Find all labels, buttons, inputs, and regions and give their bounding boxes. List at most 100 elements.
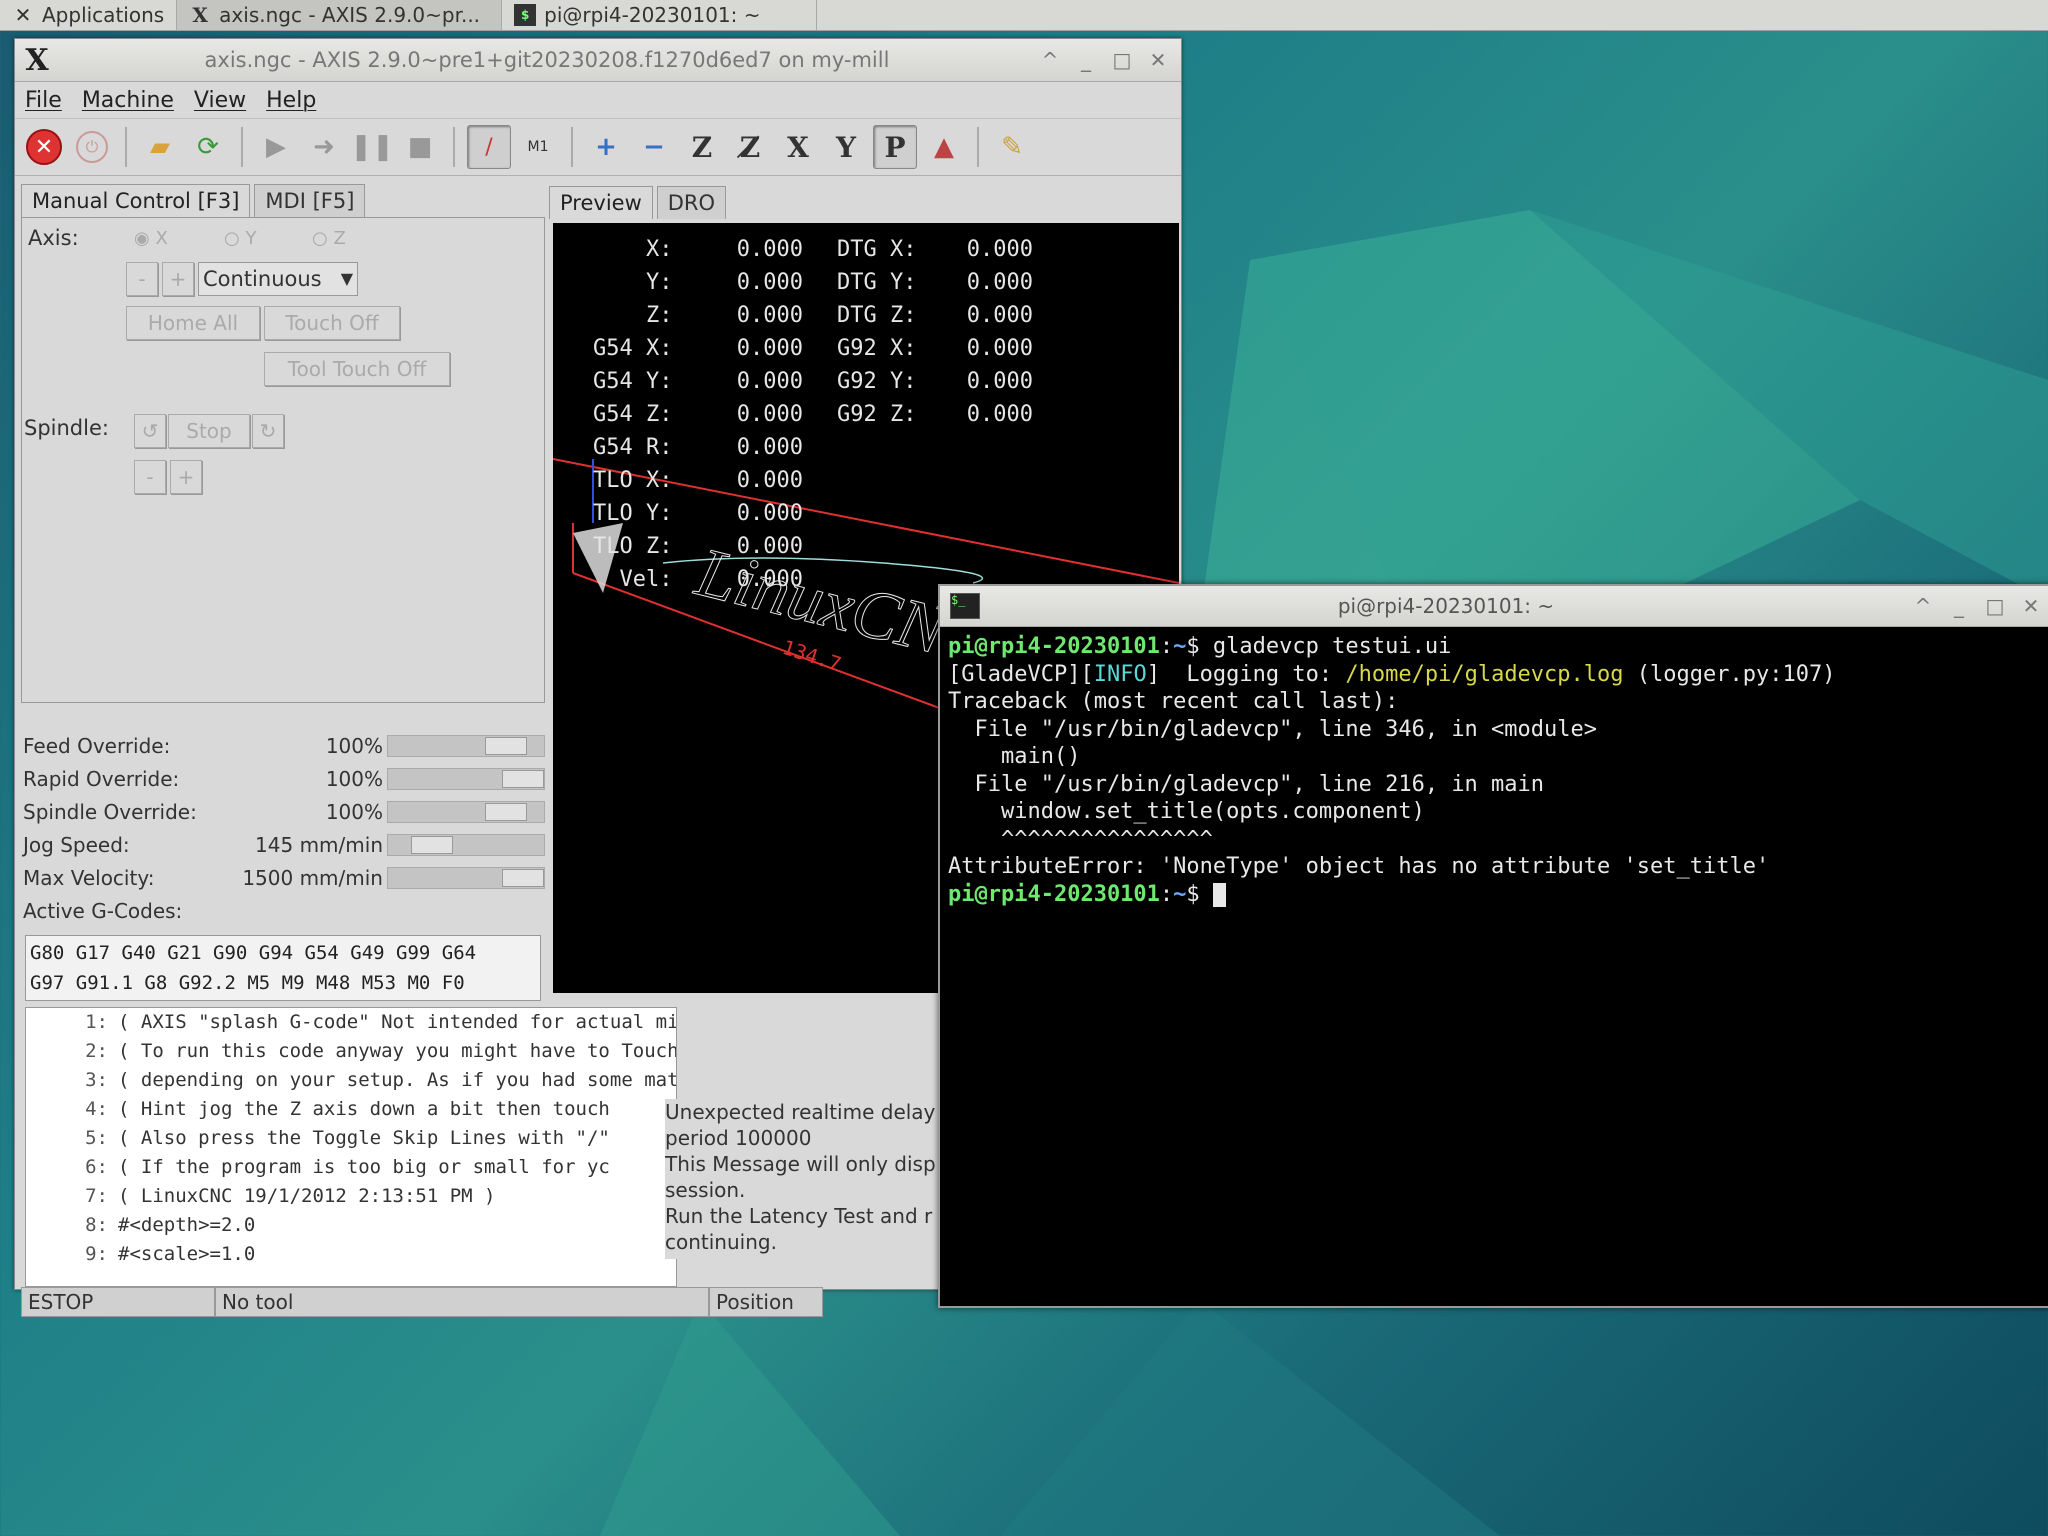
tab-mdi[interactable]: MDI [F5]	[254, 184, 366, 217]
tab-preview[interactable]: Preview	[549, 186, 653, 219]
spindle-stop-button[interactable]: Stop	[168, 414, 250, 448]
spindle-override-row: Spindle Override: 100%	[23, 795, 545, 828]
tab-manual-control[interactable]: Manual Control [F3]	[21, 184, 251, 217]
touch-off-button[interactable]: Touch Off	[264, 306, 400, 340]
skip-lines-icon: /	[485, 134, 493, 160]
slider-thumb[interactable]	[485, 736, 527, 755]
view-z-icon: Z	[691, 130, 713, 164]
terminal-icon: $_	[950, 593, 980, 619]
spindle-ccw-button[interactable]: ↺	[134, 414, 166, 448]
maximize-icon[interactable]: □	[1111, 48, 1133, 72]
view-z2-button[interactable]: Z̸	[729, 126, 771, 168]
gcode-line[interactable]: 4: ( Hint jog the Z axis down a bit then …	[26, 1095, 676, 1124]
rapid-override-slider[interactable]	[387, 767, 545, 790]
optional-stop-toggle[interactable]: M1	[517, 126, 559, 168]
feed-override-label: Feed Override:	[23, 733, 171, 758]
gcode-line[interactable]: 5: ( Also press the Toggle Skip Lines wit…	[26, 1124, 676, 1153]
close-icon[interactable]: ✕	[1147, 48, 1169, 72]
tool-touch-off-button[interactable]: Tool Touch Off	[264, 352, 450, 386]
view-z-button[interactable]: Z	[681, 126, 723, 168]
jog-minus-button[interactable]: -	[126, 262, 158, 296]
view-p-button[interactable]: P	[873, 125, 917, 169]
gcode-line[interactable]: 6: ( If the program is too big or small f…	[26, 1153, 676, 1182]
slider-thumb[interactable]	[502, 769, 544, 788]
max-velocity-slider[interactable]	[387, 866, 545, 889]
dro-cell: 0.000	[736, 336, 803, 361]
slider-thumb[interactable]	[485, 802, 527, 821]
task-axis-label: axis.ngc - AXIS 2.9.0~pr...	[219, 3, 481, 27]
axis-radio-z[interactable]: ○ Z	[312, 228, 346, 249]
x-logo-icon: X	[25, 42, 49, 78]
gcode-line[interactable]: 2: ( To run this code anyway you might ha…	[26, 1037, 676, 1066]
shade-icon[interactable]: ^	[1912, 594, 1934, 618]
menu-file[interactable]: File	[25, 88, 62, 113]
open-file-button[interactable]: ▰	[139, 126, 181, 168]
terminal-window[interactable]: $_ pi@rpi4-20230101: ~ ^ _ □ ✕ pi@rpi4-2…	[938, 584, 2048, 1308]
home-all-button[interactable]: Home All	[126, 306, 260, 340]
close-icon[interactable]: ✕	[2020, 594, 2042, 618]
feed-override-slider[interactable]	[387, 734, 545, 757]
gcode-line[interactable]: 8: #<depth>=2.0	[26, 1211, 676, 1240]
dro-cell: 0.000	[736, 501, 803, 526]
axis-titlebar[interactable]: X axis.ngc - AXIS 2.9.0~pre1+git20230208…	[15, 39, 1181, 82]
maximize-icon[interactable]: □	[1984, 594, 2006, 618]
applications-menu[interactable]: ✕ Applications	[0, 0, 178, 30]
skip-lines-toggle[interactable]: /	[467, 125, 511, 169]
terminal-line: AttributeError: 'NoneType' object has no…	[948, 854, 1770, 879]
dro-cell: G92 Z:	[837, 402, 917, 427]
gcode-listing[interactable]: 1: ( AXIS "splash G-code" Not intended fo…	[25, 1007, 677, 1287]
active-gcodes-row: Active G-Codes:	[23, 894, 545, 927]
jog-speed-slider[interactable]	[387, 833, 545, 856]
reload-button[interactable]: ⟳	[187, 126, 229, 168]
spindle-cw-button[interactable]: ↻	[252, 414, 284, 448]
dro-cell: 0.000	[966, 369, 1033, 394]
axis-radio-x[interactable]: ◉ X	[134, 228, 168, 249]
shade-icon[interactable]: ^	[1039, 48, 1061, 72]
slider-thumb[interactable]	[502, 868, 544, 887]
gcode-line[interactable]: 1: ( AXIS "splash G-code" Not intended fo…	[26, 1008, 676, 1037]
terminal-titlebar[interactable]: $_ pi@rpi4-20230101: ~ ^ _ □ ✕	[940, 586, 2048, 627]
spindle-slower-button[interactable]: -	[134, 460, 166, 494]
jog-plus-button[interactable]: +	[162, 262, 194, 296]
terminal-line: File "/usr/bin/gladevcp", line 346, in <…	[948, 716, 1598, 742]
menu-help[interactable]: Help	[266, 88, 316, 113]
run-button[interactable]: ▶	[255, 126, 297, 168]
step-button[interactable]: ➜	[303, 126, 345, 168]
dro-cell: G92 X:	[837, 336, 917, 361]
spindle-override-slider[interactable]	[387, 800, 545, 823]
estop-button[interactable]: ✕	[23, 126, 65, 168]
gcode-line[interactable]: 7: ( LinuxCNC 19/1/2012 2:13:51 PM )	[26, 1182, 676, 1211]
optional-stop-icon: M1	[527, 139, 549, 155]
gcode-line[interactable]: 9: #<scale>=1.0	[26, 1240, 676, 1269]
view-x-button[interactable]: X	[777, 126, 819, 168]
axis-radio-y[interactable]: ○ Y	[224, 228, 256, 249]
zoom-out-button[interactable]: −	[633, 126, 675, 168]
taskbar: ✕ Applications X axis.ngc - AXIS 2.9.0~p…	[0, 0, 2048, 31]
preview-tabs: Preview DRO	[549, 185, 730, 219]
view-y-button[interactable]: Y	[825, 126, 867, 168]
stop-button[interactable]: ■	[399, 126, 441, 168]
minimize-icon[interactable]: _	[1948, 594, 1970, 618]
line-text: ( To run this code anyway you might have…	[118, 1040, 677, 1062]
rotate-view-button[interactable]: ▲	[923, 126, 965, 168]
pause-button[interactable]: ❚❚	[350, 126, 394, 168]
view-y-icon: Y	[836, 130, 856, 164]
spindle-faster-button[interactable]: +	[170, 460, 202, 494]
zoom-in-button[interactable]: +	[585, 126, 627, 168]
clear-live-plot-button[interactable]: ✎	[991, 126, 1033, 168]
terminal-output[interactable]: pi@rpi4-20230101:~$ gladevcp testui.ui [G…	[940, 627, 2048, 914]
menu-view[interactable]: View	[194, 88, 246, 113]
rapid-override-label: Rapid Override:	[23, 766, 180, 791]
menu-machine[interactable]: Machine	[82, 88, 174, 113]
prompt-dir: ~	[1173, 634, 1187, 659]
slider-thumb[interactable]	[411, 835, 453, 854]
jog-increment-value: Continuous	[203, 267, 322, 291]
minimize-icon[interactable]: _	[1075, 48, 1097, 72]
gcode-line[interactable]: 3: ( depending on your setup. As if you h…	[26, 1066, 676, 1095]
task-axis[interactable]: X axis.ngc - AXIS 2.9.0~pr...	[177, 0, 503, 30]
tab-dro[interactable]: DRO	[656, 186, 727, 219]
machine-power-button[interactable]: ⏻	[71, 126, 113, 168]
jog-increment-select[interactable]: Continuous ▼	[198, 262, 358, 296]
max-velocity-row: Max Velocity: 1500 mm/min	[23, 861, 545, 894]
task-terminal[interactable]: $ pi@rpi4-20230101: ~	[502, 0, 818, 30]
